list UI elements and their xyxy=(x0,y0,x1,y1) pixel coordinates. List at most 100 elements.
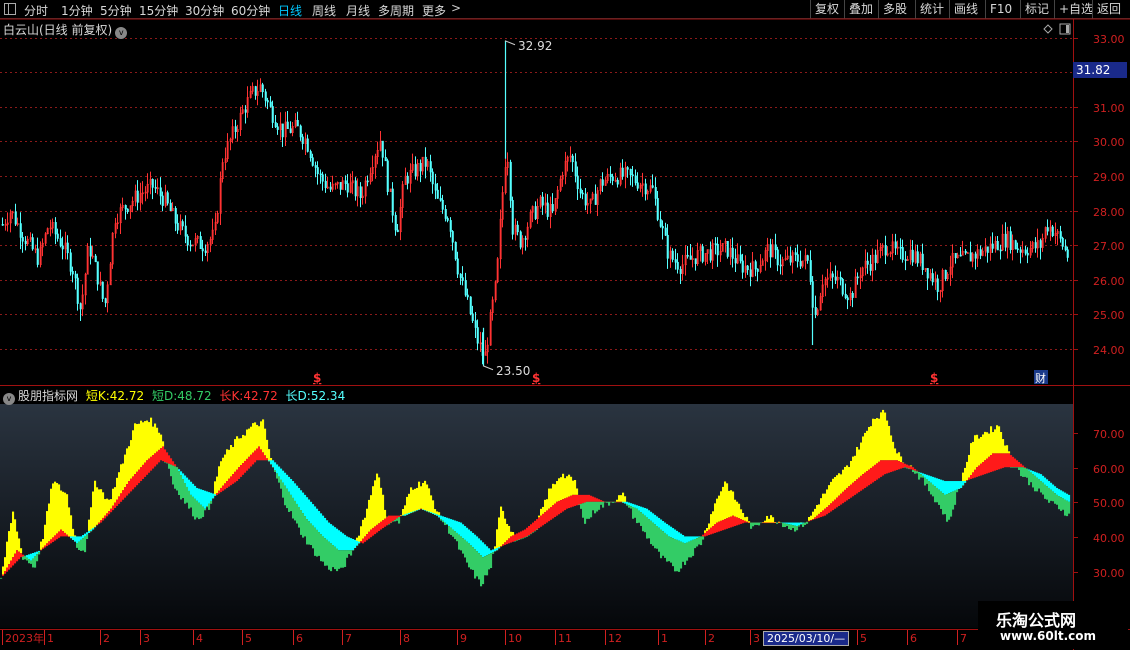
long-kd-band xyxy=(142,464,145,479)
short-k-bar xyxy=(826,489,829,507)
long-kd-band xyxy=(342,533,345,551)
candle-body xyxy=(1066,249,1069,258)
candle-body xyxy=(944,269,947,280)
short-k-down-bar xyxy=(924,477,927,486)
long-kd-band xyxy=(440,515,443,520)
long-kd-band xyxy=(324,517,327,539)
current-price-badge: 31.82 xyxy=(1073,62,1127,78)
panel-control-icons[interactable] xyxy=(1043,23,1073,37)
candle-body xyxy=(959,254,962,257)
long-kd-band xyxy=(828,505,831,513)
long-kd-band xyxy=(452,519,455,530)
long-kd-band xyxy=(978,465,981,477)
chevron-down-icon[interactable]: v xyxy=(115,27,128,39)
long-kd-band xyxy=(530,524,533,534)
candle-body xyxy=(441,199,444,210)
indicator-name: 股朋指标网 xyxy=(18,389,79,403)
short-k-down-bar xyxy=(636,508,639,524)
candle-body xyxy=(1009,231,1012,251)
candle-body xyxy=(661,226,664,229)
chart-title: 白云山(日线 前复权) v xyxy=(3,21,128,39)
short-k-bar xyxy=(546,499,549,511)
short-k-down-bar xyxy=(456,532,459,542)
price-tick-label: 27.00 xyxy=(1093,240,1125,253)
long-kd-band xyxy=(650,511,653,521)
short-d-label: 短D: xyxy=(151,389,178,403)
long-kd-band xyxy=(2,574,5,576)
short-k-bar xyxy=(216,476,219,494)
long-kd-band xyxy=(716,522,719,533)
candle-body xyxy=(1046,227,1049,232)
short-k-down-bar xyxy=(1050,489,1053,501)
short-k-bar xyxy=(108,499,111,512)
candle-body xyxy=(839,276,842,280)
long-kd-band xyxy=(830,503,833,512)
long-kd-band xyxy=(420,508,423,510)
long-kd-band xyxy=(284,472,287,486)
candle-body xyxy=(431,171,434,185)
long-kd-band xyxy=(458,521,461,535)
short-k-bar xyxy=(712,511,715,527)
short-k-bar xyxy=(996,425,999,454)
candlestick-series xyxy=(1,40,1069,366)
candle-body xyxy=(439,198,442,201)
short-k-bar xyxy=(574,480,577,495)
long-kd-band xyxy=(842,491,845,504)
short-k-down-bar xyxy=(904,467,907,468)
long-kd-band xyxy=(238,467,241,479)
long-kd-band xyxy=(226,481,229,488)
long-kd-band xyxy=(472,532,475,548)
long-kd-band xyxy=(652,513,655,523)
long-kd-band xyxy=(240,465,243,477)
long-kd-band xyxy=(418,509,421,510)
short-k-down-bar xyxy=(1060,497,1063,511)
chevron-down-icon[interactable]: v xyxy=(3,393,15,405)
long-kd-band xyxy=(1046,479,1049,487)
long-kd-band xyxy=(446,517,449,525)
long-kd-band xyxy=(460,522,463,537)
short-k-bar xyxy=(512,532,515,536)
long-kd-band xyxy=(100,520,103,523)
long-kd-band xyxy=(1010,455,1013,468)
candle-body xyxy=(434,183,437,191)
short-k-down-bar xyxy=(288,491,291,512)
short-k-bar xyxy=(846,465,849,488)
long-kd-band xyxy=(938,478,941,490)
short-k-bar xyxy=(564,478,567,499)
short-k-down-bar xyxy=(1068,501,1071,514)
long-kd-band xyxy=(666,523,669,535)
long-kd-band xyxy=(788,522,791,525)
long-kd-band xyxy=(994,453,997,471)
short-k-down-bar xyxy=(302,513,305,538)
short-k-down-bar xyxy=(586,501,589,519)
long-kd-band xyxy=(486,546,489,556)
short-k-down-bar xyxy=(320,534,323,562)
indicator-tick-label: 30.00 xyxy=(1093,567,1125,580)
candle-body xyxy=(731,247,734,259)
long-kd-band xyxy=(1002,453,1005,468)
candle-body xyxy=(456,258,459,275)
candle-body xyxy=(659,219,662,227)
long-kd-band xyxy=(224,483,227,490)
long-kd-band xyxy=(670,526,673,538)
short-k-down-bar xyxy=(612,501,615,503)
short-k-bar xyxy=(158,432,161,450)
long-kd-band xyxy=(914,468,917,471)
short-k-down-bar xyxy=(388,523,391,525)
long-kd-band xyxy=(386,517,389,526)
long-kd-band xyxy=(896,460,899,470)
long-kd-band xyxy=(120,493,123,502)
candle-body xyxy=(936,278,939,292)
short-k-down-bar xyxy=(208,503,211,510)
long-kd-band xyxy=(144,462,147,477)
short-k-bar xyxy=(504,518,507,543)
short-k-down-bar xyxy=(392,521,395,522)
long-kd-band xyxy=(844,489,847,502)
short-k-bar xyxy=(722,486,725,520)
x-tick-label: 5 xyxy=(860,632,867,645)
long-kd-band xyxy=(638,505,641,511)
short-k-down-bar xyxy=(752,522,755,527)
chart-canvas[interactable]: 33.0032.0031.0030.0029.0028.0027.0026.00… xyxy=(0,0,1130,650)
short-k-bar xyxy=(558,478,561,501)
long-kd-band xyxy=(80,536,83,540)
